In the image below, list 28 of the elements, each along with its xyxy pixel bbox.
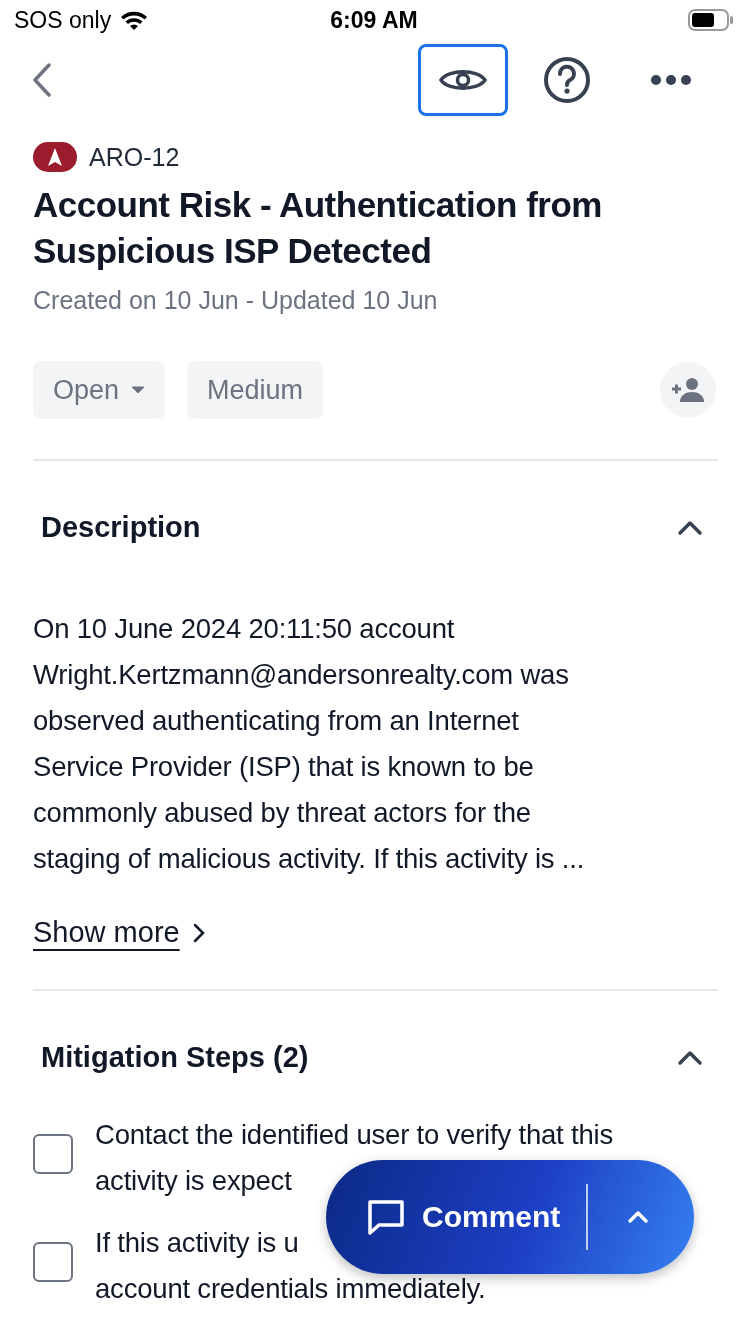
back-icon[interactable] [32,63,52,97]
more-icon [650,74,692,86]
carrier-text: SOS only [14,6,112,34]
project-icon [33,142,77,172]
show-more-link[interactable]: Show more [33,916,180,949]
checkbox[interactable] [33,1242,73,1282]
chevron-icon[interactable] [677,1049,703,1066]
comment-icon [366,1197,406,1237]
issue-key: ARO-12 [89,142,180,172]
add-person-icon [671,377,705,403]
wifi-icon [119,9,150,31]
comment-button[interactable]: Comment [326,1160,694,1274]
status-dropdown[interactable]: Open [33,361,166,419]
chevron-icon[interactable] [677,519,703,536]
issue-title: Account Risk - Authentication from Suspicious ISP Detected [33,184,603,272]
issue-dates: Created on 10 Jun - Updated 10 Jun [33,286,439,315]
chevron-icon [191,921,206,944]
checkbox[interactable] [33,1134,73,1174]
watch-button[interactable] [418,44,508,116]
battery-icon [688,9,734,31]
time-text: 6:09 AM [330,6,418,34]
section-heading: Description [41,511,201,544]
help-icon [542,55,592,105]
section-heading: Mitigation Steps (2) [41,1041,309,1074]
chevron-icon [626,1209,651,1225]
caret-icon [131,386,146,394]
description-text: On 10 June 2024 20:11:50 account Wright.Kertzmann@andersonrealty.com was observed authenticating from an Internet Service Provider (ISP) that is known to be commonly abused by threat actors for the staging of malicious activity. If this activity is ... [33,612,586,876]
priority-chip[interactable]: Medium [187,361,324,419]
